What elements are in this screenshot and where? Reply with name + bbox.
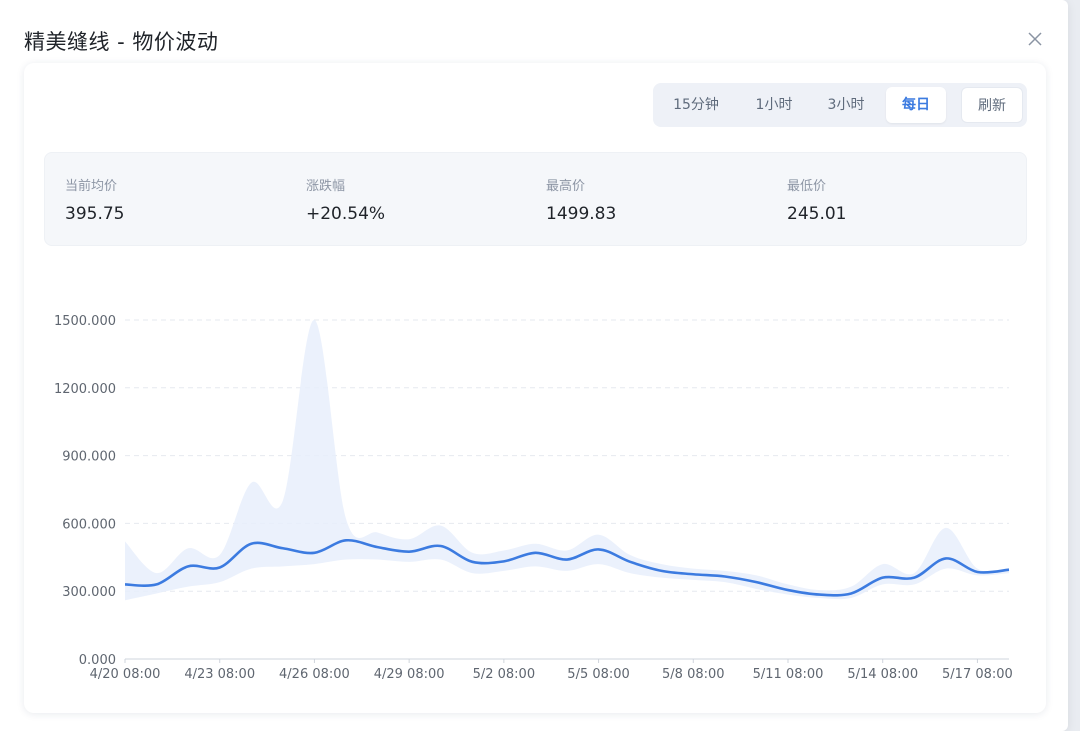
y-tick-label: 300.000: [62, 585, 116, 600]
range-3h-button[interactable]: 3小时: [813, 87, 879, 123]
stat-current-avg: 当前均价 395.75: [65, 175, 124, 224]
x-tick-label: 4/29 08:00: [374, 667, 445, 682]
x-tick-label: 5/2 08:00: [473, 667, 536, 682]
stat-label: 当前均价: [65, 179, 118, 194]
stats-panel: 当前均价 395.75 涨跌幅 +20.54% 最高价 1499.83 最低价 …: [44, 152, 1027, 246]
range-daily-button[interactable]: 每日: [886, 87, 946, 123]
price-dialog: 精美缝线 - 物价波动 15分钟 1小时 3小时 每日 刷新 当前均价 395.…: [0, 0, 1068, 731]
stat-label: 最低价: [787, 179, 827, 194]
y-tick-label: 0.000: [79, 653, 116, 668]
x-tick-label: 5/17 08:00: [942, 667, 1013, 682]
stat-value: 1499.83: [546, 204, 617, 224]
stat-change: 涨跌幅 +20.54%: [306, 175, 385, 224]
price-range-band: [125, 319, 1009, 601]
x-tick-label: 5/5 08:00: [567, 667, 630, 682]
price-chart: 0.000 300.000 600.000 900.000 1200.000 1500.0…: [54, 314, 1013, 682]
chart-card: 15分钟 1小时 3小时 每日 刷新 当前均价 395.75 涨跌幅 +20.5…: [24, 63, 1046, 713]
y-tick-label: 1200.000: [54, 382, 116, 397]
x-tick-label: 4/26 08:00: [279, 667, 350, 682]
stat-value: +20.54%: [306, 204, 386, 224]
x-tick-label: 5/11 08:00: [753, 667, 824, 682]
range-15min-button[interactable]: 15分钟: [663, 87, 729, 123]
refresh-button[interactable]: 刷新: [961, 87, 1023, 123]
stat-value: 245.01: [787, 204, 847, 224]
close-icon[interactable]: [1024, 28, 1046, 50]
stat-value: 395.75: [65, 204, 125, 224]
stat-label: 最高价: [546, 179, 586, 194]
stat-label: 涨跌幅: [306, 179, 346, 194]
y-tick-label: 600.000: [62, 517, 116, 532]
x-tick-label: 5/14 08:00: [847, 667, 918, 682]
y-tick-label: 1500.000: [54, 314, 116, 329]
x-tick-label: 4/20 08:00: [90, 667, 161, 682]
x-tick-label: 4/23 08:00: [184, 667, 255, 682]
dialog-title: 精美缝线 - 物价波动: [24, 30, 219, 54]
stat-low: 最低价 245.01: [787, 175, 846, 224]
y-tick-label: 900.000: [62, 450, 116, 465]
x-tick-label: 5/8 08:00: [662, 667, 725, 682]
range-1h-button[interactable]: 1小时: [741, 87, 807, 123]
stat-high: 最高价 1499.83: [546, 175, 616, 224]
